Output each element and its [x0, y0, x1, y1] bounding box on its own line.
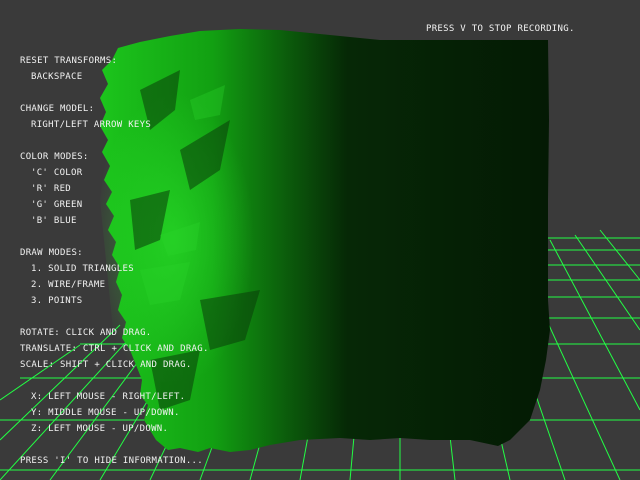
- reset-title: RESET TRANSFORMS:: [20, 56, 118, 66]
- axis-help: Y: MIDDLE MOUSE - UP/DOWN.: [31, 408, 180, 418]
- model-key: RIGHT/LEFT ARROW KEYS: [31, 120, 152, 130]
- axis-help: Z: LEFT MOUSE - UP/DOWN.: [31, 424, 169, 434]
- terrain-model[interactable]: [100, 29, 550, 452]
- draw-mode-item: 1. SOLID TRIANGLES: [31, 264, 134, 274]
- axis-help: X: LEFT MOUSE - RIGHT/LEFT.: [31, 392, 186, 402]
- reset-key: BACKSPACE: [31, 72, 83, 82]
- color-mode-item: 'R' RED: [31, 184, 72, 194]
- draw-mode-item: 3. POINTS: [31, 296, 83, 306]
- model-title: CHANGE MODEL:: [20, 104, 95, 114]
- recording-status: PRESS V TO STOP RECORDING.: [426, 24, 575, 34]
- color-title: COLOR MODES:: [20, 152, 89, 162]
- rotate-help: ROTATE: CLICK AND DRAG.: [20, 328, 152, 338]
- color-mode-item: 'C' COLOR: [31, 168, 83, 178]
- scale-help: SCALE: SHIFT + CLICK AND DRAG.: [20, 360, 192, 370]
- draw-mode-item: 2. WIRE/FRAME: [31, 280, 106, 290]
- hide-info-hint: PRESS 'I' TO HIDE INFORMATION...: [20, 456, 203, 466]
- translate-help: TRANSLATE: CTRL + CLICK AND DRAG.: [20, 344, 209, 354]
- draw-title: DRAW MODES:: [20, 248, 83, 258]
- color-mode-item: 'B' BLUE: [31, 216, 77, 226]
- color-mode-item: 'G' GREEN: [31, 200, 83, 210]
